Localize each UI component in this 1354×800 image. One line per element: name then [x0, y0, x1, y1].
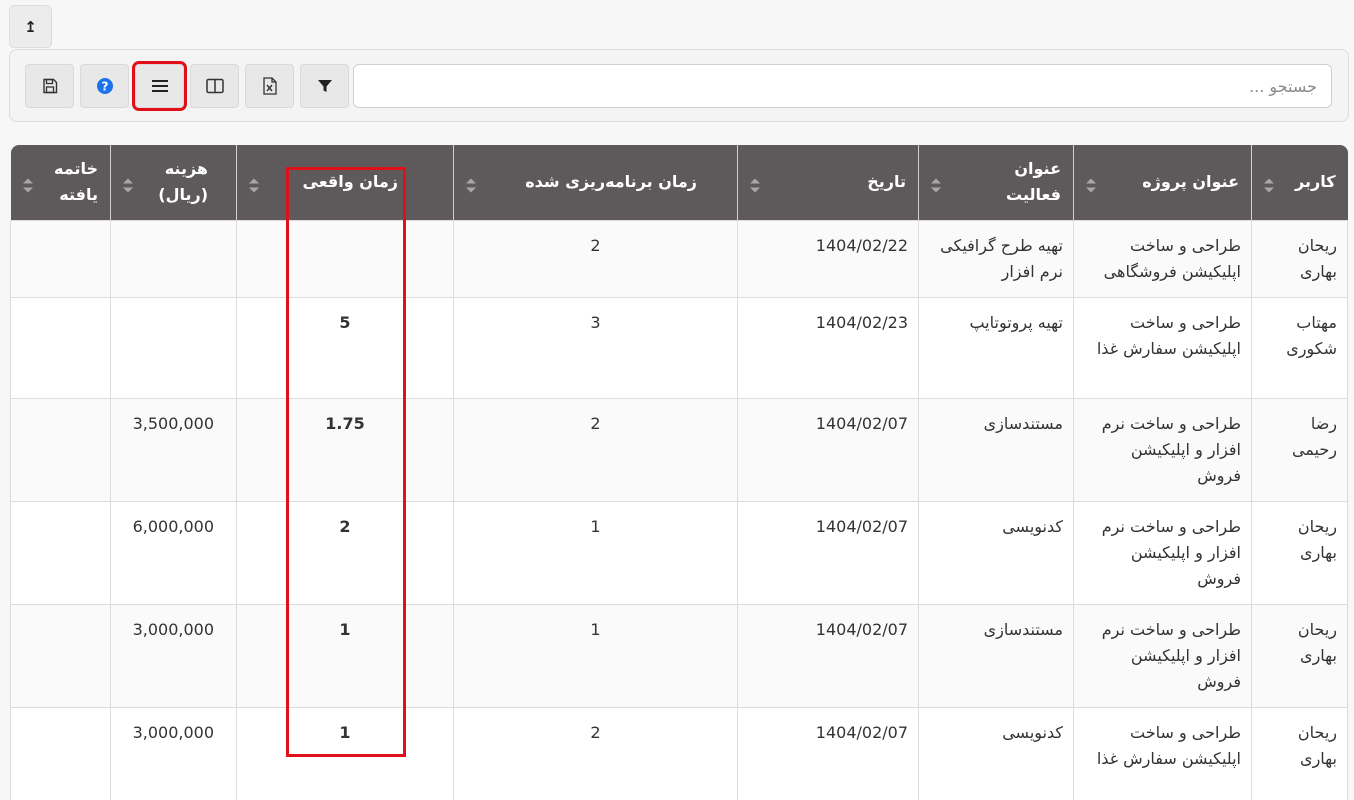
cell-activity: کدنویسی [918, 500, 1074, 605]
table-row[interactable]: ریحان بهاری طراحی و ساخت نرم افزار و اپل… [10, 603, 1348, 708]
column-header-date[interactable]: تاریخ [737, 145, 919, 220]
svg-text:?: ? [101, 79, 108, 93]
cell-actual: 1 [236, 706, 454, 800]
table-row[interactable]: ریحان بهاری طراحی و ساخت اپلیکیشن فروشگا… [10, 219, 1348, 298]
cell-date: 1404/02/07 [737, 603, 919, 708]
column-header-actual[interactable]: زمان واقعی [236, 145, 454, 220]
table-row[interactable]: ریحان بهاری طراحی و ساخت نرم افزار و اپل… [10, 500, 1348, 605]
filter-icon [317, 80, 332, 92]
column-header-activity[interactable]: عنوان فعالیت [918, 145, 1074, 220]
cell-project: طراحی و ساخت اپلیکیشن سفارش غذا [1073, 296, 1252, 399]
data-table: کاربر عنوان پروژه عنوان فعالیت تاریخ زما… [10, 145, 1348, 800]
save-icon [42, 78, 57, 94]
cell-planned: 3 [453, 296, 738, 399]
cell-actual: 1.75 [236, 397, 454, 502]
table-row[interactable]: رضا رحیمی طراحی و ساخت نرم افزار و اپلیک… [10, 397, 1348, 502]
cell-finished [10, 296, 111, 399]
sort-icon [750, 178, 760, 193]
cell-planned: 2 [453, 219, 738, 298]
sort-icon [22, 178, 33, 193]
hamburger-icon [151, 80, 168, 92]
table-header-row: کاربر عنوان پروژه عنوان فعالیت تاریخ زما… [10, 145, 1348, 220]
table-row[interactable]: مهتاب شکوری طراحی و ساخت اپلیکیشن سفارش … [10, 296, 1348, 399]
cell-actual: 2 [236, 500, 454, 605]
cell-finished [10, 603, 111, 708]
cell-project: طراحی و ساخت نرم افزار و اپلیکیشن فروش [1073, 397, 1252, 502]
cell-user: ریحان بهاری [1251, 706, 1348, 800]
columns-icon [205, 78, 224, 94]
cell-cost: 3,000,000 [110, 706, 237, 800]
cell-user: ریحان بهاری [1251, 500, 1348, 605]
sort-icon [1086, 178, 1096, 193]
cell-planned: 1 [453, 500, 738, 605]
cell-date: 1404/02/07 [737, 397, 919, 502]
sort-icon [123, 178, 133, 193]
back-button[interactable]: ↥ [9, 5, 52, 48]
cell-activity: کدنویسی [918, 706, 1074, 800]
cell-project: طراحی و ساخت اپلیکیشن فروشگاهی [1073, 219, 1252, 298]
column-header-user[interactable]: کاربر [1251, 145, 1348, 220]
arrow-up-left-icon: ↥ [24, 17, 37, 36]
cell-actual [236, 219, 454, 298]
cell-user: مهتاب شکوری [1251, 296, 1348, 399]
menu-button[interactable] [132, 61, 187, 111]
columns-button[interactable] [190, 64, 239, 108]
cell-cost: 3,000,000 [110, 603, 237, 708]
cell-finished [10, 706, 111, 800]
cell-date: 1404/02/07 [737, 500, 919, 605]
cell-activity: مستندسازی [918, 397, 1074, 502]
cell-project: طراحی و ساخت نرم افزار و اپلیکیشن فروش [1073, 500, 1252, 605]
cell-user: ریحان بهاری [1251, 219, 1348, 298]
cell-cost [110, 296, 237, 399]
column-header-planned[interactable]: زمان برنامه‌ریزی شده [453, 145, 738, 220]
cell-date: 1404/02/07 [737, 706, 919, 800]
cell-actual: 1 [236, 603, 454, 708]
filter-button[interactable] [300, 64, 349, 108]
cell-activity: تهیه طرح گرافیکی نرم افزار [918, 219, 1074, 298]
excel-icon [262, 77, 277, 95]
toolbar: ? [9, 49, 1349, 122]
cell-finished [10, 219, 111, 298]
cell-cost: 3,500,000 [110, 397, 237, 502]
cell-project: طراحی و ساخت نرم افزار و اپلیکیشن فروش [1073, 603, 1252, 708]
sort-icon [931, 178, 941, 193]
cell-planned: 1 [453, 603, 738, 708]
cell-finished [10, 397, 111, 502]
cell-planned: 2 [453, 706, 738, 800]
column-header-cost[interactable]: هزینه (ریال) [110, 145, 237, 220]
table-row[interactable]: ریحان بهاری طراحی و ساخت اپلیکیشن سفارش … [10, 706, 1348, 800]
cell-finished [10, 500, 111, 605]
sort-icon [249, 178, 259, 193]
save-button[interactable] [25, 64, 74, 108]
cell-cost: 6,000,000 [110, 500, 237, 605]
help-icon: ? [96, 78, 113, 94]
help-button[interactable]: ? [80, 64, 129, 108]
sort-icon [1264, 178, 1274, 193]
cell-user: رضا رحیمی [1251, 397, 1348, 502]
cell-activity: مستندسازی [918, 603, 1074, 708]
sort-icon [466, 178, 476, 193]
cell-user: ریحان بهاری [1251, 603, 1348, 708]
cell-actual: 5 [236, 296, 454, 399]
cell-planned: 2 [453, 397, 738, 502]
column-header-finished[interactable]: خاتمه یافته [10, 145, 111, 220]
cell-date: 1404/02/23 [737, 296, 919, 399]
search-input[interactable] [353, 64, 1332, 108]
cell-activity: تهیه پروتوتایپ [918, 296, 1074, 399]
cell-date: 1404/02/22 [737, 219, 919, 298]
column-header-project[interactable]: عنوان پروژه [1073, 145, 1252, 220]
excel-export-button[interactable] [245, 64, 294, 108]
cell-cost [110, 219, 237, 298]
cell-project: طراحی و ساخت اپلیکیشن سفارش غذا [1073, 706, 1252, 800]
